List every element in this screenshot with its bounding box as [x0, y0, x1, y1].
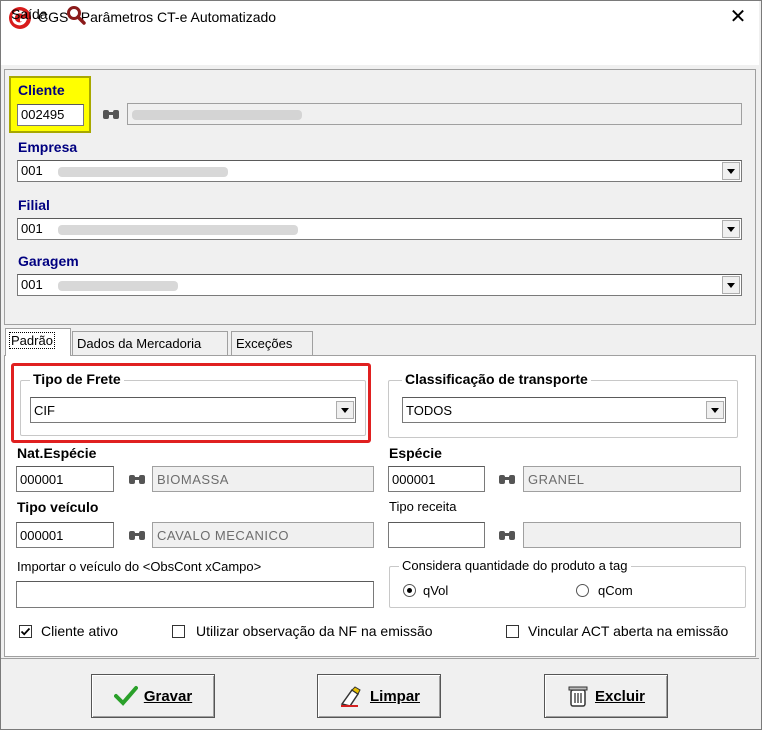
- tab-excecoes[interactable]: Exceções: [231, 331, 313, 355]
- trash-icon: [568, 686, 588, 707]
- tab-dados-mercadoria[interactable]: Dados da Mercadoria: [72, 331, 228, 355]
- annotation-highlight: [11, 363, 371, 443]
- redacted-text: [58, 224, 299, 235]
- nat-especie-code-input[interactable]: 000001: [16, 466, 114, 492]
- especie-code-input[interactable]: 000001: [388, 466, 485, 492]
- garagem-select[interactable]: 001: [17, 274, 742, 296]
- binoculars-icon[interactable]: [498, 472, 516, 489]
- filial-label: Filial: [18, 197, 50, 213]
- binoculars-icon[interactable]: [498, 528, 516, 545]
- nat-especie-name-field: BIOMASSA: [152, 466, 374, 492]
- search-icon[interactable]: [66, 5, 86, 28]
- empresa-select[interactable]: 001: [17, 160, 742, 182]
- tipo-receita-name-field: [523, 522, 741, 548]
- classificacao-value: TODOS: [406, 403, 452, 418]
- excluir-label: Excluir: [594, 687, 646, 705]
- importar-input[interactable]: [16, 581, 374, 608]
- binoculars-icon[interactable]: [128, 528, 146, 545]
- menu-saida[interactable]: Saída: [11, 6, 48, 22]
- binoculars-icon[interactable]: [128, 472, 146, 489]
- redacted-text: [132, 109, 302, 120]
- chevron-down-icon[interactable]: [722, 276, 740, 294]
- redacted-text: [58, 166, 229, 177]
- tipo-veiculo-code-input[interactable]: 000001: [16, 522, 114, 548]
- limpar-button[interactable]: Limpar: [317, 674, 441, 718]
- empresa-value: 001: [21, 163, 43, 178]
- chevron-down-icon[interactable]: [722, 220, 740, 238]
- gravar-button[interactable]: Gravar: [91, 674, 215, 718]
- classificacao-select[interactable]: TODOS: [402, 397, 726, 423]
- binoculars-icon[interactable]: [102, 107, 120, 124]
- radio-qcom-label: qCom: [598, 583, 633, 598]
- menu-bar: [1, 35, 759, 65]
- radio-qcom[interactable]: [576, 584, 589, 597]
- especie-label: Espécie: [389, 445, 442, 461]
- vincular-act-label: Vincular ACT aberta na emissão: [528, 623, 729, 639]
- radio-selected-dot: [407, 588, 412, 593]
- garagem-value: 001: [21, 277, 43, 292]
- redacted-text: [58, 280, 179, 291]
- nat-especie-label: Nat.Espécie: [17, 445, 97, 461]
- tipo-receita-code-input[interactable]: [388, 522, 485, 548]
- eraser-icon: [340, 686, 361, 707]
- tipo-veiculo-label: Tipo veículo: [17, 499, 99, 515]
- close-icon[interactable]: ✕: [727, 5, 749, 29]
- check-icon: [113, 686, 138, 706]
- classificacao-label: Classificação de transporte: [402, 371, 591, 387]
- radio-qvol[interactable]: [403, 584, 416, 597]
- tipo-receita-label: Tipo receita: [389, 499, 457, 514]
- tipo-veiculo-name-field: CAVALO MECANICO: [152, 522, 374, 548]
- utilizar-obs-label: Utilizar observação da NF na emissão: [196, 623, 433, 639]
- excluir-button[interactable]: Excluir: [544, 674, 668, 718]
- utilizar-obs-checkbox[interactable]: [172, 625, 185, 638]
- checkmark-icon: [20, 627, 31, 636]
- gravar-label: Gravar: [143, 687, 193, 705]
- importar-label: Importar o veículo do <ObsCont xCampo>: [17, 559, 262, 574]
- tab-padrao[interactable]: Padrão: [5, 328, 71, 356]
- limpar-label: Limpar: [369, 687, 420, 705]
- radio-qvol-label: qVol: [423, 583, 449, 598]
- filial-value: 001: [21, 221, 43, 236]
- filial-select[interactable]: 001: [17, 218, 742, 240]
- cliente-ativo-label: Cliente ativo: [41, 623, 119, 639]
- garagem-label: Garagem: [18, 253, 79, 269]
- cliente-name-field: [127, 103, 742, 125]
- chevron-down-icon[interactable]: [706, 401, 724, 419]
- considera-label: Considera quantidade do produto a tag: [399, 558, 631, 573]
- cliente-code-input[interactable]: 002495: [17, 104, 84, 126]
- tab-padrao-label: Padrão: [9, 332, 55, 349]
- vincular-act-checkbox[interactable]: [506, 625, 519, 638]
- empresa-label: Empresa: [18, 139, 78, 155]
- especie-name-field: GRANEL: [523, 466, 741, 492]
- cliente-ativo-checkbox[interactable]: [19, 625, 32, 638]
- chevron-down-icon[interactable]: [722, 162, 740, 180]
- cliente-label: Cliente: [18, 82, 65, 98]
